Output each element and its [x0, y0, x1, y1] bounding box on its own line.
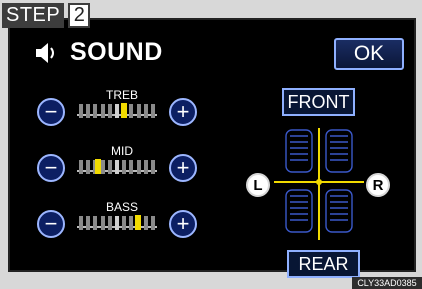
- page-title: SOUND: [70, 38, 163, 66]
- sound-screen: SOUND OK TREB − + MID − + BASS − + FRONT…: [8, 18, 416, 278]
- ok-button[interactable]: OK: [334, 38, 404, 70]
- plus-icon: +: [176, 155, 190, 180]
- step-text: STEP: [2, 3, 65, 28]
- mid-label: MID: [111, 144, 133, 158]
- minus-icon: −: [44, 155, 58, 180]
- mid-control: MID − +: [37, 144, 197, 182]
- speaker-icon: [36, 42, 54, 63]
- minus-icon: −: [44, 211, 58, 236]
- treble-label: TREB: [105, 88, 138, 102]
- minus-icon: −: [44, 99, 58, 124]
- sound-header: SOUND: [32, 38, 163, 67]
- mid-increase-button[interactable]: +: [169, 154, 197, 182]
- treble-level-bar: [77, 102, 157, 118]
- treble-control: TREB − +: [37, 88, 197, 126]
- mid-level-bar: [77, 158, 157, 174]
- image-code: CLY33AD0385: [352, 277, 422, 289]
- bass-increase-button[interactable]: +: [169, 210, 197, 238]
- bass-control: BASS − +: [37, 200, 197, 238]
- step-label: STEP 2: [2, 3, 91, 28]
- treble-decrease-button[interactable]: −: [37, 98, 65, 126]
- bass-decrease-button[interactable]: −: [37, 210, 65, 238]
- right-button[interactable]: R: [366, 173, 390, 197]
- mid-decrease-button[interactable]: −: [37, 154, 65, 182]
- treble-level-marker: [121, 103, 127, 118]
- bass-level-bar: [77, 214, 157, 230]
- plus-icon: +: [176, 211, 190, 236]
- plus-icon: +: [176, 99, 190, 124]
- front-button[interactable]: FRONT: [282, 88, 355, 116]
- left-button[interactable]: L: [246, 173, 270, 197]
- bass-level-marker: [135, 215, 141, 230]
- rear-button[interactable]: REAR: [287, 250, 360, 278]
- step-number: 2: [68, 3, 91, 28]
- treble-increase-button[interactable]: +: [169, 98, 197, 126]
- balance-fader-map[interactable]: L R: [238, 118, 398, 248]
- mid-level-marker: [95, 159, 101, 174]
- bass-label: BASS: [105, 200, 138, 214]
